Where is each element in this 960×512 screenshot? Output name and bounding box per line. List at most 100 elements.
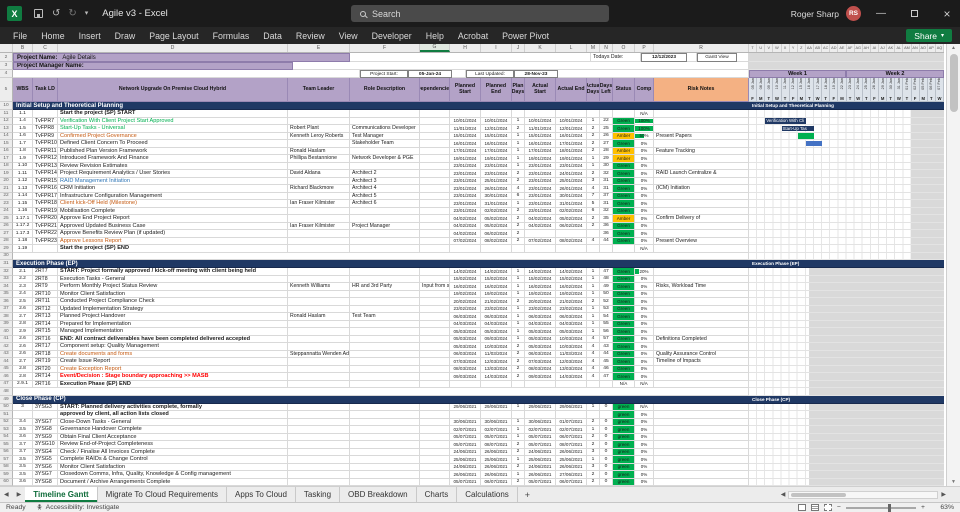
dependency-cell[interactable] (420, 365, 450, 373)
status-cell[interactable]: Green (613, 268, 635, 276)
page-break-view-icon[interactable] (824, 504, 833, 511)
gantt-day-header[interactable]: 15 Jan M (797, 78, 806, 102)
dependency-cell[interactable] (420, 200, 450, 208)
share-button[interactable]: Share ▾ (906, 29, 952, 42)
leader-cell[interactable]: Robert Plant (288, 125, 350, 133)
dependency-cell[interactable] (420, 456, 450, 464)
row-number[interactable]: 31 (0, 260, 13, 268)
actual-start-cell[interactable]: 24/06/2021 (525, 448, 556, 456)
actual-end-cell[interactable]: 06/03/2024 (556, 313, 587, 321)
role-cell[interactable]: Architect 6 (350, 200, 420, 208)
task-cell[interactable]: Planned Project Handover (58, 313, 288, 321)
task-cell[interactable]: Defined Client Concern To Proceed (58, 140, 288, 148)
column-letter[interactable]: F (350, 44, 420, 52)
minimize-button[interactable]: — (868, 0, 894, 27)
task-cell[interactable]: START: Project formally approved / kick-… (58, 268, 288, 276)
plan-days-cell[interactable]: 2 (512, 441, 525, 449)
gantt-row[interactable] (749, 441, 944, 449)
task-cell[interactable]: Confirmed Project Governance (58, 132, 288, 140)
dependency-cell[interactable] (420, 147, 450, 155)
task-cell[interactable]: Monitor Client Satisfaction (58, 463, 288, 471)
actual-start-cell[interactable]: 20/02/2024 (525, 298, 556, 306)
dependency-cell[interactable] (420, 162, 450, 170)
task-id-cell[interactable]: TvFPR9 (33, 132, 58, 140)
dependency-cell[interactable] (420, 403, 450, 411)
status-cell[interactable]: N/A (613, 380, 635, 388)
menu-page-layout[interactable]: Page Layout (142, 31, 205, 41)
leader-cell[interactable] (288, 275, 350, 283)
dependency-cell[interactable] (420, 110, 450, 118)
comp-cell[interactable]: N/A (635, 380, 654, 388)
column-letter[interactable]: J (512, 44, 525, 52)
risk-note-cell[interactable]: Definitions Completed (654, 335, 749, 343)
actual-days-cell[interactable]: 1 (587, 275, 600, 283)
actual-start-cell[interactable]: 23/01/2024 (525, 207, 556, 215)
leader-cell[interactable]: Steppannatta Wenden Admin (288, 350, 350, 358)
column-letter[interactable]: V (765, 44, 774, 52)
actual-days-cell[interactable]: 2 (587, 170, 600, 178)
gantt-bar[interactable] (805, 140, 823, 146)
days-left-cell[interactable]: 26 (600, 132, 613, 140)
row-number[interactable]: 36 (0, 298, 13, 306)
days-left-cell[interactable]: 36 (600, 230, 613, 238)
planned-start-cell[interactable]: 30/06/2021 (450, 418, 481, 426)
role-cell[interactable] (350, 328, 420, 336)
planned-end-cell[interactable]: 29/06/2021 (481, 403, 512, 411)
planned-start-cell[interactable]: 05/07/2021 (450, 441, 481, 449)
planned-end-cell[interactable]: 19/02/2024 (481, 290, 512, 298)
days-left-cell[interactable]: 31 (600, 200, 613, 208)
days-left-cell[interactable] (600, 411, 613, 419)
dependency-cell[interactable] (420, 335, 450, 343)
planned-start-cell[interactable]: 23/01/2024 (450, 177, 481, 185)
task-cell[interactable]: Prepared for Implementation (58, 320, 288, 328)
row-number[interactable]: 22 (0, 192, 13, 200)
column-header-dependencies[interactable]: Dependencies (420, 78, 450, 102)
gantt-row[interactable] (749, 411, 944, 419)
wbs-cell[interactable]: 1.11 (13, 170, 33, 178)
dependency-cell[interactable] (420, 373, 450, 381)
actual-start-cell[interactable]: 06/03/2024 (525, 313, 556, 321)
actual-days-cell[interactable]: 2 (587, 433, 600, 441)
actual-end-cell[interactable] (556, 245, 587, 253)
role-cell[interactable]: Stakeholder Team (350, 140, 420, 148)
risk-note-cell[interactable]: Risks, Workload Time (654, 283, 749, 291)
plan-days-cell[interactable]: 1 (512, 283, 525, 291)
leader-cell[interactable] (288, 290, 350, 298)
actual-end-cell[interactable]: 11/03/2024 (556, 350, 587, 358)
role-cell[interactable] (350, 365, 420, 373)
actual-start-cell[interactable]: 05/03/2024 (525, 328, 556, 336)
hscroll-right-icon[interactable]: ▶ (941, 491, 946, 498)
comp-cell[interactable]: 0% (635, 200, 654, 208)
days-left-cell[interactable]: 44 (600, 237, 613, 245)
comp-cell[interactable]: 0% (635, 215, 654, 223)
actual-days-cell[interactable]: 1 (587, 162, 600, 170)
risk-note-cell[interactable] (654, 110, 749, 118)
column-header-days-left[interactable]: Days Left (600, 78, 613, 102)
comp-cell[interactable]: N/A (635, 403, 654, 411)
dependency-cell[interactable] (420, 358, 450, 366)
planned-start-cell[interactable]: 11/01/2024 (450, 125, 481, 133)
planned-start-cell[interactable]: 14/02/2024 (450, 268, 481, 276)
gantt-row[interactable] (749, 132, 944, 140)
risk-note-cell[interactable] (654, 403, 749, 411)
row-number[interactable]: 45 (0, 365, 13, 373)
actual-end-cell[interactable]: 19/01/2024 (556, 155, 587, 163)
comp-cell[interactable]: 0% (635, 478, 654, 486)
days-left-cell[interactable]: 32 (600, 207, 613, 215)
actual-days-cell[interactable]: 1 (587, 283, 600, 291)
planned-end-cell[interactable]: 30/06/2021 (481, 418, 512, 426)
task-cell[interactable]: Review Revision Estimates (58, 162, 288, 170)
actual-end-cell[interactable]: 15/02/2024 (556, 275, 587, 283)
planned-start-cell[interactable]: 04/02/2024 (450, 222, 481, 230)
gantt-row[interactable] (749, 426, 944, 434)
plan-days-cell[interactable]: 1 (512, 147, 525, 155)
actual-start-cell[interactable]: 17/01/2024 (525, 147, 556, 155)
gantt-row[interactable] (749, 147, 944, 155)
dependency-cell[interactable] (420, 132, 450, 140)
role-cell[interactable] (350, 448, 420, 456)
gantt-region[interactable] (749, 62, 944, 70)
column-letter[interactable]: D (58, 44, 288, 52)
status-cell[interactable]: green (613, 456, 635, 464)
accessibility-status[interactable]: Accessibility: Investigate (36, 504, 119, 511)
actual-start-cell[interactable]: 05/03/2024 (525, 335, 556, 343)
